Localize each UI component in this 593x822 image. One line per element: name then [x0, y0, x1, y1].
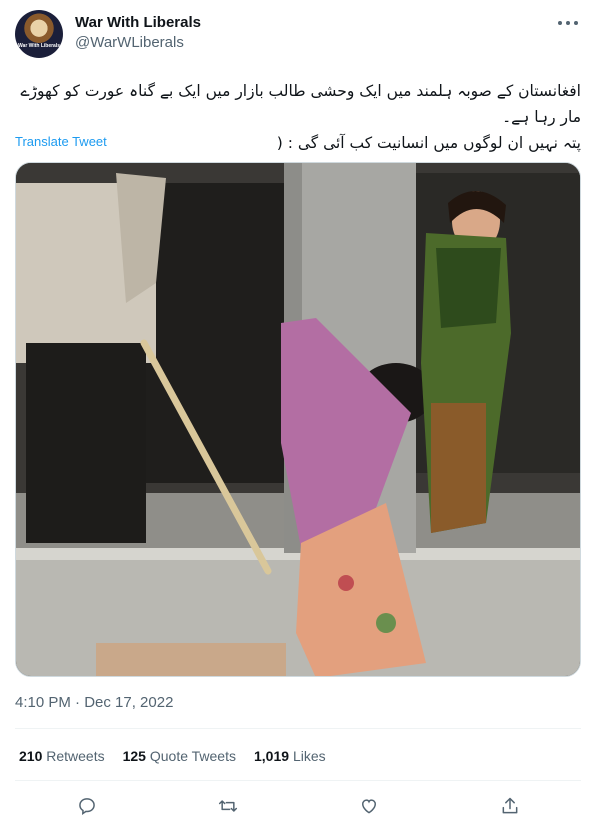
quote-tweets-label: Quote Tweets [149, 748, 236, 764]
likes-stat[interactable]: 1,019 Likes [254, 748, 326, 764]
share-button[interactable] [496, 792, 524, 820]
retweet-button[interactable] [214, 792, 242, 820]
retweet-icon [218, 800, 238, 812]
retweets-stat[interactable]: 210 Retweets [19, 748, 105, 764]
avatar-caption: War With Liberals [18, 43, 60, 49]
reply-button[interactable] [73, 792, 101, 820]
more-options-icon[interactable] [557, 16, 579, 30]
user-handle[interactable]: @WarWLiberals [75, 33, 201, 53]
quote-tweets-stat[interactable]: 125 Quote Tweets [123, 748, 236, 764]
tweet-timestamp[interactable]: 4:10 PM · Dec 17, 2022 [15, 694, 173, 711]
like-button[interactable] [355, 792, 383, 820]
likes-count: 1,019 [254, 748, 290, 764]
user-names: War With Liberals @WarWLiberals [75, 13, 201, 53]
quote-tweets-count: 125 [122, 748, 146, 764]
tweet-text-line: افغانستان کے صوبہ ہلمند میں ایک وحشی طال… [20, 82, 581, 126]
divider [15, 728, 581, 729]
share-icon [502, 797, 518, 814]
tweet-header: War With Liberals War With Liberals @War… [15, 10, 581, 60]
reply-icon [79, 798, 95, 815]
translate-tweet-link[interactable]: Translate Tweet [15, 134, 107, 149]
photo-illustration [16, 163, 580, 676]
tweet-actions-bar [15, 792, 581, 820]
heart-icon [361, 799, 377, 814]
tweet-stats: 210 Retweets 125 Quote Tweets 1,019 Like… [19, 748, 326, 764]
retweets-label: Retweets [46, 748, 105, 764]
tweet-media-photo[interactable] [15, 162, 581, 677]
divider [15, 780, 581, 781]
likes-label: Likes [292, 748, 326, 764]
retweets-count: 210 [19, 748, 43, 764]
avatar[interactable]: War With Liberals [15, 10, 63, 58]
display-name[interactable]: War With Liberals [75, 13, 201, 33]
